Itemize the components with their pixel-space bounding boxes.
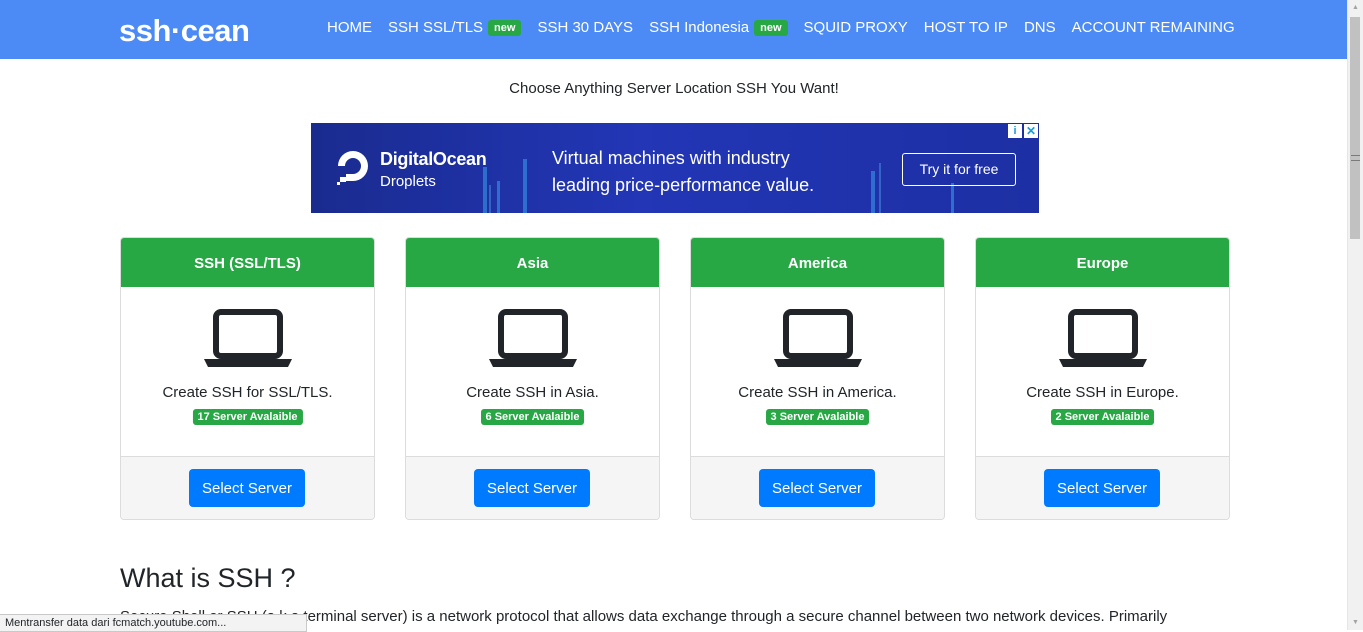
main-nav: HOME SSH SSL/TLS new SSH 30 DAYS SSH Indo…	[327, 19, 1251, 36]
browser-status-bar: Mentransfer data dari fcmatch.youtube.co…	[0, 614, 307, 632]
ad-tagline-line2: leading price-performance value.	[552, 175, 815, 195]
nav-home[interactable]: HOME	[327, 19, 372, 36]
card-ssl-tls: SSH (SSL/TLS) Create SSH for SSL/TLS. 17…	[120, 237, 375, 520]
nav-label: SSH 30 DAYS	[537, 19, 634, 36]
ad-brand: DigitalOcean	[380, 149, 487, 169]
top-navbar: ssh·cean HOME SSH SSL/TLS new SSH 30 DAYS…	[0, 0, 1348, 59]
card-footer: Select Server	[121, 456, 374, 519]
select-server-button[interactable]: Select Server	[189, 469, 305, 507]
server-cards: SSH (SSL/TLS) Create SSH for SSL/TLS. 17…	[0, 237, 1348, 521]
card-title: SSH (SSL/TLS)	[121, 238, 374, 287]
select-server-button[interactable]: Select Server	[474, 469, 590, 507]
nav-label: ACCOUNT REMAINING	[1071, 19, 1235, 36]
nav-label: SSH SSL/TLS	[388, 19, 484, 36]
info-icon[interactable]: i	[1008, 124, 1022, 138]
digitalocean-ad-banner[interactable]: DigitalOcean Droplets Virtual machines w…	[311, 123, 1039, 213]
server-count-badge: 6 Server Avalaible	[480, 409, 585, 425]
card-body: Create SSH in Asia. 6 Server Avalaible	[406, 287, 659, 456]
section-heading: What is SSH ?	[120, 563, 296, 593]
nav-ssh-ssl-tls[interactable]: SSH SSL/TLS new	[388, 19, 522, 36]
nav-squid-proxy[interactable]: SQUID PROXY	[804, 19, 908, 36]
server-count-badge: 3 Server Avalaible	[765, 409, 870, 425]
card-footer: Select Server	[976, 456, 1229, 519]
nav-ssh-indonesia[interactable]: SSH Indonesia new	[649, 19, 788, 36]
vertical-scrollbar[interactable]: ▲ ▼	[1347, 0, 1363, 630]
card-body: Create SSH for SSL/TLS. 17 Server Avalai…	[121, 287, 374, 456]
scrollbar-thumb[interactable]	[1350, 17, 1360, 239]
nav-host-to-ip[interactable]: HOST TO IP	[924, 19, 1008, 36]
card-asia: Asia Create SSH in Asia. 6 Server Avalai…	[405, 237, 660, 520]
laptop-icon	[204, 309, 292, 367]
card-title: America	[691, 238, 944, 287]
scrollbar-marker	[1351, 160, 1360, 161]
card-text: Create SSH for SSL/TLS.	[162, 384, 333, 401]
digitalocean-logo-icon	[337, 151, 368, 185]
card-text: Create SSH in Europe.	[1026, 384, 1179, 401]
server-count-badge: 2 Server Avalaible	[1050, 409, 1155, 425]
card-title: Asia	[406, 238, 659, 287]
nav-account-remaining[interactable]: ACCOUNT REMAINING	[1072, 19, 1235, 36]
nav-dns[interactable]: DNS	[1024, 19, 1056, 36]
new-badge: new	[488, 19, 522, 36]
card-footer: Select Server	[406, 456, 659, 519]
logo-text: ssh·cean	[119, 13, 250, 48]
scroll-down-arrow-icon[interactable]: ▼	[1348, 615, 1363, 630]
select-server-button[interactable]: Select Server	[759, 469, 875, 507]
site-logo[interactable]: ssh·cean	[119, 13, 250, 48]
laptop-icon	[489, 309, 577, 367]
card-europe: Europe Create SSH in Europe. 2 Server Av…	[975, 237, 1230, 520]
card-body: Create SSH in America. 3 Server Avalaibl…	[691, 287, 944, 456]
card-america: America Create SSH in America. 3 Server …	[690, 237, 945, 520]
nav-label: SQUID PROXY	[803, 19, 908, 36]
card-text: Create SSH in America.	[738, 384, 897, 401]
nav-ssh-30-days[interactable]: SSH 30 DAYS	[537, 19, 633, 36]
laptop-icon	[774, 309, 862, 367]
card-footer: Select Server	[691, 456, 944, 519]
card-body: Create SSH in Europe. 2 Server Avalaible	[976, 287, 1229, 456]
card-title: Europe	[976, 238, 1229, 287]
select-server-button[interactable]: Select Server	[1044, 469, 1160, 507]
ad-product: Droplets	[380, 173, 436, 190]
scroll-up-arrow-icon[interactable]: ▲	[1348, 0, 1363, 15]
server-count-badge: 17 Server Avalaible	[192, 409, 303, 425]
ad-tagline-line1: Virtual machines with industry	[552, 148, 790, 168]
nav-label: DNS	[1023, 19, 1056, 36]
scrollbar-marker	[1351, 155, 1360, 156]
ad-tagline: Virtual machines with industry leading p…	[552, 145, 872, 199]
laptop-icon	[1059, 309, 1147, 367]
new-badge: new	[754, 19, 788, 36]
nav-label: HOME	[327, 19, 372, 36]
page-content: Best List Our Servers SSH Choose Anythin…	[0, 0, 1348, 630]
ad-cta-button[interactable]: Try it for free	[902, 153, 1016, 186]
nav-label: HOST TO IP	[923, 19, 1008, 36]
page-subtitle: Choose Anything Server Location SSH You …	[509, 80, 839, 97]
close-icon[interactable]: ✕	[1024, 124, 1038, 138]
nav-label: SSH Indonesia	[649, 19, 750, 36]
card-text: Create SSH in Asia.	[466, 384, 599, 401]
